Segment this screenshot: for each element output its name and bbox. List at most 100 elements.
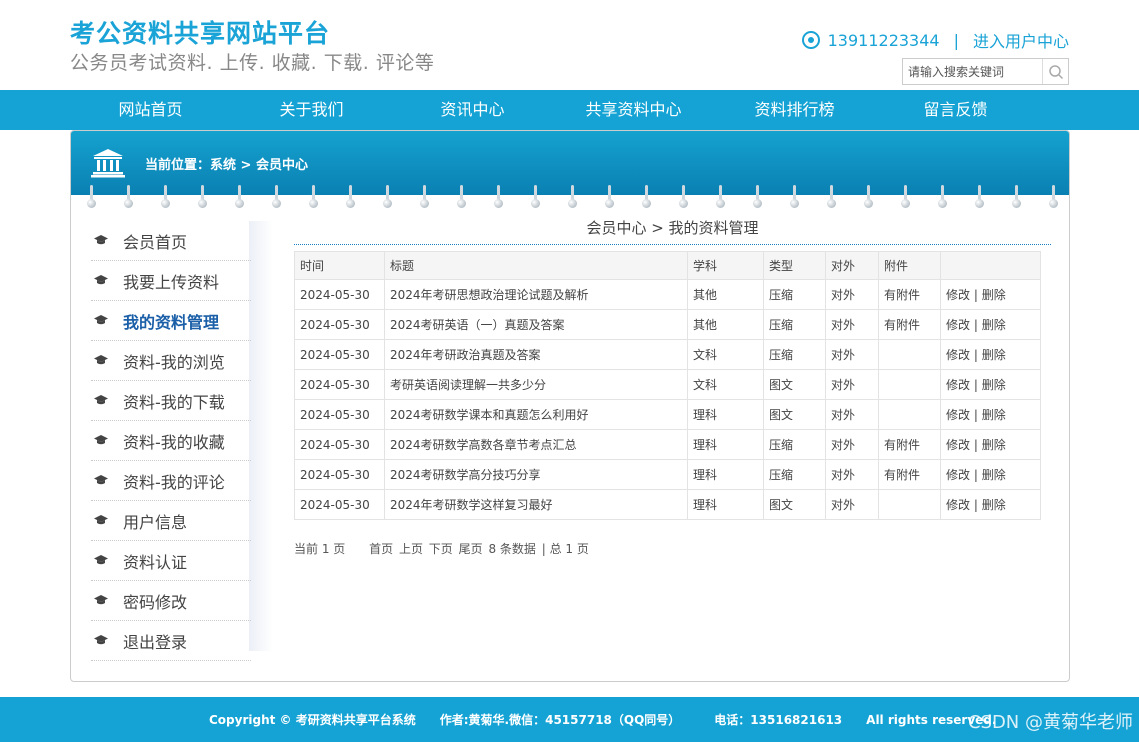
ring-binder: [272, 185, 281, 209]
delete-link[interactable]: 删除: [982, 378, 1006, 392]
search-button[interactable]: [1042, 59, 1068, 84]
site-header: 考公资料共享网站平台 公务员考试资料. 上传. 收藏. 下载. 评论等 1391…: [0, 0, 1139, 90]
contact-separator: |: [953, 30, 959, 50]
nav-item[interactable]: 资料排行榜: [714, 90, 875, 130]
ring-binder: [309, 185, 318, 209]
column-header: 类型: [763, 251, 826, 280]
edit-link[interactable]: 修改: [946, 438, 970, 452]
ring-binder: [1012, 185, 1021, 209]
ring-binder: [679, 185, 688, 209]
table-cell: 2024年考研政治真题及答案: [384, 339, 688, 370]
sidebar-item[interactable]: 用户信息: [91, 501, 251, 541]
actions-cell: 修改 | 删除: [940, 309, 1041, 340]
action-separator: |: [970, 318, 982, 332]
table-cell: 有附件: [878, 459, 941, 490]
delete-link[interactable]: 删除: [982, 318, 1006, 332]
site-title[interactable]: 考公资料共享网站平台: [70, 14, 330, 50]
nav-item[interactable]: 资讯中心: [392, 90, 553, 130]
delete-link[interactable]: 删除: [982, 468, 1006, 482]
table-cell: 2024-05-30: [294, 339, 385, 370]
ring-binder: [383, 185, 392, 209]
sidebar-shadow: [249, 221, 273, 651]
ring-binder: [124, 185, 133, 209]
delete-link[interactable]: 删除: [982, 348, 1006, 362]
column-header: 学科: [687, 251, 764, 280]
graduation-cap-icon: [93, 315, 109, 326]
edit-link[interactable]: 修改: [946, 318, 970, 332]
table-cell: 其他: [687, 279, 764, 310]
pager-next[interactable]: 下页: [429, 542, 453, 556]
action-separator: |: [970, 408, 982, 422]
nav-item[interactable]: 共享资料中心: [553, 90, 714, 130]
sidebar-item[interactable]: 我的资料管理: [91, 301, 251, 341]
table-cell: 理科: [687, 429, 764, 460]
nav-item[interactable]: 关于我们: [231, 90, 392, 130]
edit-link[interactable]: 修改: [946, 348, 970, 362]
column-header: 附件: [878, 251, 941, 280]
table-cell: 对外: [825, 369, 879, 400]
user-center-link[interactable]: 进入用户中心: [973, 28, 1069, 52]
table-row: 2024-05-30 2024年考研政治真题及答案 文科 压缩 对外 修改 | 删除: [294, 339, 1041, 370]
sidebar-item[interactable]: 资料认证: [91, 541, 251, 581]
actions-cell: 修改 | 删除: [940, 339, 1041, 370]
edit-link[interactable]: 修改: [946, 288, 970, 302]
column-header: 对外: [825, 251, 879, 280]
table-cell: 对外: [825, 339, 879, 370]
edit-link[interactable]: 修改: [946, 378, 970, 392]
nav-item[interactable]: 网站首页: [70, 90, 231, 130]
nav-item[interactable]: 留言反馈: [875, 90, 1036, 130]
table-cell: 对外: [825, 399, 879, 430]
sidebar-item[interactable]: 资料-我的收藏: [91, 421, 251, 461]
delete-link[interactable]: 删除: [982, 438, 1006, 452]
sidebar-item[interactable]: 密码修改: [91, 581, 251, 621]
edit-link[interactable]: 修改: [946, 468, 970, 482]
table-cell: 考研英语阅读理解一共多少分: [384, 369, 688, 400]
ring-binder: [161, 185, 170, 209]
graduation-cap-icon: [93, 395, 109, 406]
action-separator: |: [970, 438, 982, 452]
sidebar-item-label: 退出登录: [123, 632, 188, 652]
pager-prev[interactable]: 上页: [399, 542, 423, 556]
ring-binder: [235, 185, 244, 209]
table-row: 2024-05-30 2024考研数学课本和真题怎么利用好 理科 图文 对外 修改 | 删…: [294, 399, 1041, 430]
table-cell: 压缩: [763, 309, 826, 340]
sidebar-item-label: 资料认证: [123, 552, 188, 572]
graduation-cap-icon: [93, 555, 109, 566]
delete-link[interactable]: 删除: [982, 288, 1006, 302]
sidebar-item[interactable]: 资料-我的评论: [91, 461, 251, 501]
search-box: [902, 58, 1069, 85]
edit-link[interactable]: 修改: [946, 498, 970, 512]
sidebar-item-label: 资料-我的收藏: [123, 432, 225, 452]
ring-binder: [790, 185, 799, 209]
table-cell: 其他: [687, 309, 764, 340]
action-separator: |: [970, 348, 982, 362]
action-separator: |: [970, 468, 982, 482]
delete-link[interactable]: 删除: [982, 498, 1006, 512]
table-cell: [878, 339, 941, 370]
ring-binder: [827, 185, 836, 209]
table-cell: 2024-05-30: [294, 489, 385, 520]
sidebar-item-label: 我要上传资料: [123, 272, 220, 292]
sidebar-item[interactable]: 资料-我的浏览: [91, 341, 251, 381]
table-cell: 图文: [763, 489, 826, 520]
ring-binder: [1049, 185, 1058, 209]
pager-last[interactable]: 尾页: [459, 542, 483, 556]
delete-link[interactable]: 删除: [982, 408, 1006, 422]
breadcrumb: 当前位置：系统 > 会员中心: [145, 157, 308, 173]
sidebar-item[interactable]: 退出登录: [91, 621, 251, 661]
actions-cell: 修改 | 删除: [940, 369, 1041, 400]
pager-first[interactable]: 首页: [369, 542, 393, 556]
table-cell: 文科: [687, 369, 764, 400]
sidebar-item-label: 会员首页: [123, 232, 188, 252]
edit-link[interactable]: 修改: [946, 408, 970, 422]
content-title: 会员中心 > 我的资料管理: [294, 215, 1051, 245]
sidebar-menu: 会员首页我要上传资料我的资料管理 资料-我的浏览 资料-我的下载资料-我的收藏资料-…: [91, 221, 251, 661]
ring-binder: [716, 185, 725, 209]
sidebar-item[interactable]: 我要上传资料: [91, 261, 251, 301]
sidebar-item[interactable]: 资料-我的下载: [91, 381, 251, 421]
sidebar-item[interactable]: 会员首页: [91, 221, 251, 261]
ring-binder: [605, 185, 614, 209]
table-cell: 2024考研数学高分技巧分享: [384, 459, 688, 490]
search-input[interactable]: [903, 59, 1042, 84]
ring-binder: [531, 185, 540, 209]
